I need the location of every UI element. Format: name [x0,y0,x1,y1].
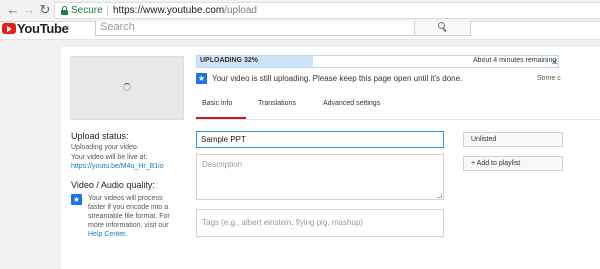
lock-icon [61,6,68,15]
search-icon [438,22,447,32]
upload-status-text: Uploading your video. [71,144,139,151]
time-remaining: About 4 minutes remaining. [473,57,559,64]
privacy-value: Unlisted [471,136,497,143]
secure-label: Secure [71,5,103,16]
description-placeholder: Description [202,160,243,169]
description-field[interactable]: Description [196,154,444,200]
address-separator [107,6,108,16]
star-icon: ★ [196,73,207,84]
tab-divider [196,119,600,120]
tab-translations[interactable]: Translations [258,100,296,107]
reload-icon[interactable]: ↻ [38,3,52,17]
progress-label: UPLOADING 32% [200,57,258,64]
browser-toolbar: ← → ↻ Secure https://www.youtube.com/upl… [0,0,600,22]
youtube-logo[interactable]: YouTube [2,21,69,36]
close-icon[interactable]: ✕ [551,58,559,67]
star-icon: ★ [71,194,82,205]
search-placeholder: Search [100,21,135,33]
upload-panel: Upload status: Uploading your video. You… [61,47,600,269]
address-bar[interactable]: Secure https://www.youtube.com/upload [54,2,600,19]
tags-placeholder: Tags (e.g., albert einstein, flying pig,… [202,218,363,227]
search-input[interactable]: Search [95,21,415,36]
truncated-text: Some c [537,75,561,82]
loading-spinner-icon [123,83,131,91]
upload-notice: Your video is still uploading. Please ke… [212,74,463,83]
video-link[interactable]: https://youtu.be/M4u_Hr_B1io [71,163,164,170]
live-at-text: Your video will be live at: [71,154,148,161]
back-arrow-icon[interactable]: ← [6,3,20,17]
youtube-play-icon [2,23,16,34]
tab-advanced-settings[interactable]: Advanced settings [323,100,380,107]
quality-info: Your videos will process faster if you e… [88,195,170,238]
help-center-link[interactable]: Help Center. [88,231,127,238]
privacy-select[interactable]: Unlisted [463,132,563,147]
site-header: YouTube Search [0,21,600,40]
search-button[interactable] [414,21,471,36]
add-to-playlist-button[interactable]: + Add to playlist [463,156,563,171]
tags-field[interactable]: Tags (e.g., albert einstein, flying pig,… [196,209,444,237]
resize-handle-icon[interactable] [437,193,442,198]
upload-status-heading: Upload status: [71,131,129,141]
quality-heading: Video / Audio quality: [71,180,155,190]
tab-basic-info[interactable]: Basic info [202,100,232,107]
title-field[interactable]: Sample PPT [196,131,444,148]
playlist-label: + Add to playlist [471,160,521,167]
url-text[interactable]: https://www.youtube.com/upload [113,5,257,16]
title-value: Sample PPT [201,135,246,144]
forward-arrow-icon[interactable]: → [22,3,36,17]
video-thumbnail [70,56,184,120]
